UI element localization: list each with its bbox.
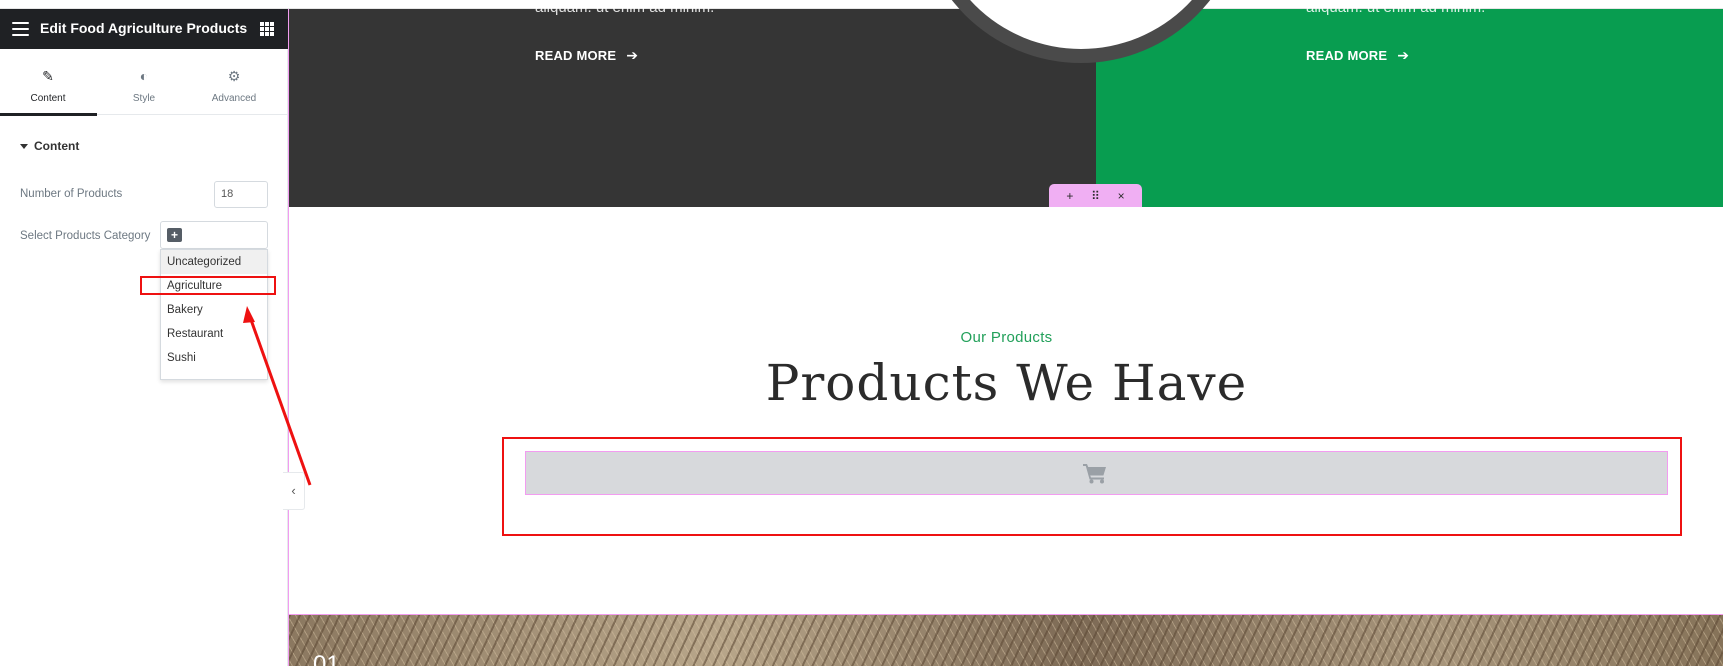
select-category-label: Select Products Category (20, 230, 151, 242)
gear-icon: ⚙ (227, 68, 241, 84)
products-widget-placeholder[interactable] (525, 451, 1668, 495)
panel-header: Edit Food Agriculture Products (0, 9, 288, 49)
section-handle: + ⠿ × (1049, 184, 1142, 207)
read-more-link-left[interactable]: READ MORE ➔ (535, 47, 638, 64)
half-circle-icon: ◐ (139, 68, 149, 84)
category-multiselect[interactable]: + (160, 221, 268, 249)
hero-dark-block: aliquam. ut enim ad minim. READ MORE ➔ (289, 0, 1096, 207)
panel-title: Edit Food Agriculture Products (40, 20, 248, 36)
move-section-icon[interactable]: ⠿ (1085, 189, 1105, 203)
editor-panel: Edit Food Agriculture Products ✎ Content… (0, 9, 288, 666)
pencil-icon: ✎ (42, 68, 54, 84)
products-title: Products We Have (765, 354, 1248, 412)
number-of-products-input[interactable]: 18 (214, 181, 268, 208)
number-of-products-label: Number of Products (20, 188, 123, 200)
tab-style-label: Style (132, 93, 156, 104)
hero-right-text: aliquam. ut enim ad minim. (1306, 0, 1486, 16)
section-toggle-label: Content (34, 139, 80, 153)
products-subtitle: Our Products (960, 329, 1053, 346)
widgets-grid-icon[interactable] (260, 22, 274, 36)
category-option-restaurant[interactable]: Restaurant (161, 322, 267, 346)
hamburger-menu-icon[interactable] (12, 22, 29, 36)
tab-advanced-label: Advanced (211, 93, 257, 104)
collapse-panel-button[interactable]: ‹ (283, 472, 305, 510)
arrow-right-icon: ➔ (1397, 47, 1410, 63)
close-section-icon[interactable]: × (1111, 189, 1131, 203)
tab-content-label: Content (30, 93, 66, 104)
hero-left-text: aliquam. ut enim ad minim. (535, 0, 715, 16)
tab-advanced[interactable]: ⚙ Advanced (186, 49, 282, 115)
read-more-right-label: READ MORE (1306, 48, 1388, 63)
plus-icon[interactable]: + (167, 228, 182, 242)
annotation-agriculture-box (140, 276, 276, 295)
cart-icon (1083, 464, 1106, 484)
section-toggle-content[interactable]: Content (20, 139, 79, 153)
panel-tabs: ✎ Content ◐ Style ⚙ Advanced (0, 49, 288, 116)
read-more-left-label: READ MORE (535, 48, 617, 63)
caret-down-icon (20, 143, 28, 149)
page-preview: aliquam. ut enim ad minim. READ MORE ➔ a… (288, 0, 1723, 666)
tab-content[interactable]: ✎ Content (0, 49, 97, 116)
read-more-link-right[interactable]: READ MORE ➔ (1306, 47, 1409, 64)
wheat-field-image (289, 615, 1723, 666)
category-option-bakery[interactable]: Bakery (161, 298, 267, 322)
arrow-right-icon: ➔ (626, 47, 639, 63)
hero-green-block (1096, 9, 1723, 207)
add-section-icon[interactable]: + (1060, 189, 1080, 203)
category-dropdown: Uncategorized Agriculture Bakery Restaur… (160, 249, 268, 380)
category-option-sushi[interactable]: Sushi (161, 346, 267, 370)
category-option-uncategorized[interactable]: Uncategorized (161, 250, 267, 274)
step-number: 01. (313, 651, 347, 666)
tab-style[interactable]: ◐ Style (96, 49, 192, 115)
